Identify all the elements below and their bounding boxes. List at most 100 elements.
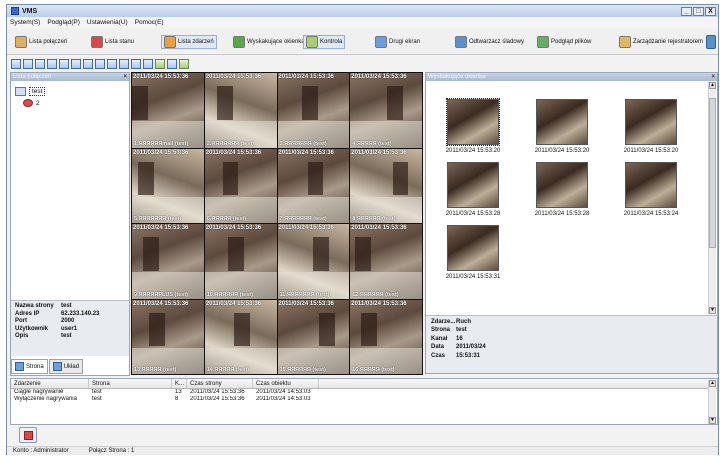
camera-tile[interactable]: 2011/03/24 15:53:36 1.ЯЯЯЯЯЯmall (test) [132, 73, 204, 148]
layout-2x2-button[interactable] [23, 58, 33, 69]
fullscreen-button[interactable] [155, 58, 165, 69]
toolbar-player-button[interactable]: Odtwarzacz śladowy [455, 35, 524, 49]
popup-thumbnail[interactable]: 2011/03/24 15:53:28 [519, 162, 605, 217]
prop-row: Nazwa strony test [15, 303, 72, 309]
camera-tile[interactable]: 2011/03/24 15:53:36 15.ЯЯЯЯЯЯ (test) [277, 299, 350, 374]
camera-tile[interactable]: 2011/03/24 15:53:36 13.ЯЯЯЯЯ (test) [132, 299, 204, 374]
scroll-thumb[interactable] [709, 98, 716, 248]
camera-grid: 2011/03/24 15:53:36 1.ЯЯЯЯЯЯmall (test) 20… [131, 72, 423, 375]
panel-close-icon[interactable]: × [711, 73, 715, 81]
camera-tile[interactable]: 2011/03/24 15:53:36 5.ЯЯЯЯЯЯЯ (test) [132, 148, 204, 223]
toolbar-connection-list-button[interactable]: Lista połączeń [15, 35, 67, 49]
scroll-down-icon[interactable]: ▼ [709, 417, 716, 424]
toolbar-control-button[interactable]: Kontrola [303, 35, 346, 49]
tab-layout[interactable]: Układ [48, 359, 84, 374]
col-object-time[interactable]: Czas obiektu [253, 379, 319, 388]
app-icon [11, 7, 19, 15]
camera-timestamp: 2011/03/24 15:53:36 [205, 225, 262, 231]
camera-tile[interactable]: 2011/03/24 15:53:36 2.ЯЯЯЯЯЯЯ (test) [204, 73, 277, 148]
camera-timestamp: 2011/03/24 15:53:36 [205, 74, 262, 80]
menu-view[interactable]: Podgląd(P) [47, 19, 80, 26]
layout-1plus9-button[interactable] [107, 58, 117, 69]
event-log-scrollbar[interactable]: ▲ ▼ [708, 380, 716, 424]
camera-label: 7.ЯЯЯЯЯЯЯ (test) [279, 216, 327, 222]
menu-system[interactable]: System(S) [10, 19, 40, 26]
camera-label: 1.ЯЯЯЯЯЯmall (test) [134, 140, 189, 147]
event-log-rows: Ciągłe nagrywanie test 13 2011/03/24 15:53:… [11, 389, 717, 403]
toolbar-event-list-button[interactable]: Lista zdarzeń [161, 35, 217, 49]
prop-row: Użytkownik user1 [15, 325, 78, 332]
table-cell: 13 [175, 389, 182, 395]
camera-tile[interactable]: 2011/03/24 15:53:36 9.ЯЯЯЯЯPLUS (test) [132, 224, 204, 299]
scene-shelf [222, 161, 239, 196]
popup-thumbnail[interactable]: 2011/03/24 15:53:28 [430, 162, 516, 217]
sequence-button[interactable] [167, 58, 177, 69]
computer-icon [15, 86, 26, 96]
close-button[interactable]: X [705, 6, 716, 16]
popup-thumbnail[interactable]: 2011/03/24 15:53:24 [608, 162, 694, 217]
snapshot-button[interactable] [179, 58, 189, 69]
col-channel[interactable]: K... [172, 379, 187, 388]
toolbar-status-list-button[interactable]: Lista stanu [91, 35, 134, 49]
event-info-row: Czas 15:53:31 [431, 352, 481, 359]
layout-6x6-button[interactable] [71, 58, 81, 69]
scroll-down-icon[interactable]: ▼ [709, 307, 716, 314]
camera-label: 9.ЯЯЯЯЯPLUS (test) [134, 291, 188, 298]
camera-tile[interactable]: 2011/03/24 15:53:36 4.ЯЯЯЯЯ (test) [350, 73, 422, 148]
toolbar-popup-button[interactable]: Wyskakujące okienka [233, 35, 305, 49]
layout-4x4-button[interactable] [47, 58, 57, 69]
camera-timestamp: 2011/03/24 15:53:36 [278, 149, 334, 156]
col-site[interactable]: Strona [89, 379, 172, 388]
popup-thumbnail[interactable]: 2011/03/24 15:53:20 [608, 99, 694, 154]
toolbar-overflow-icon[interactable] [706, 35, 716, 49]
camera-timestamp: 2011/03/24 15:53:36 [205, 149, 262, 156]
camera-tile[interactable]: 2011/03/24 15:53:36 6.ЯЯЯЯЯ (test) [204, 148, 277, 223]
camera-tile[interactable]: 2011/03/24 15:53:36 10.ЯЯЯЯЯЯ (test) [204, 224, 277, 299]
camera-tile[interactable]: 2011/03/24 15:53:36 16.ЯЯЯЯЯ (test) [350, 299, 422, 374]
table-cell: test [92, 396, 102, 402]
popup-scrollbar[interactable]: ▲ ▼ [708, 82, 716, 314]
maximize-button[interactable]: □ [693, 6, 704, 16]
table-row[interactable]: Ciągłe nagrywanie test 13 2011/03/24 15:53:… [11, 389, 717, 396]
scroll-up-icon[interactable]: ▲ [709, 82, 716, 89]
layout-1plus12-button[interactable] [119, 58, 129, 69]
layout-1plus5-button[interactable] [83, 58, 93, 69]
camera-timestamp: 2011/03/24 15:53:36 [205, 300, 262, 307]
layout-5x5-button[interactable] [59, 58, 69, 69]
layout-1plus7-button[interactable] [95, 58, 105, 69]
camera-tile[interactable]: 2011/03/24 15:53:36 14.ЯЯЯЯЯ (test) [204, 299, 277, 374]
popup-thumbnail[interactable]: 2011/03/24 15:53:20 [519, 99, 605, 154]
layout-prev-page-button[interactable] [143, 58, 153, 69]
table-cell: 2011/03/24 14:53:03 [256, 396, 311, 402]
tab-site[interactable]: Strona [11, 359, 48, 374]
camera-tile[interactable]: 2011/03/24 15:53:36 12.ЯЯЯЯЯЯ (test) [350, 224, 422, 299]
scroll-up-icon[interactable]: ▲ [709, 380, 716, 387]
layout-1x1-button[interactable] [11, 58, 21, 69]
camera-tile[interactable]: 2011/03/24 15:53:36 7.ЯЯЯЯЯЯЯ (test) [277, 148, 350, 223]
minimize-button[interactable]: _ [681, 6, 692, 16]
layout-custom-button[interactable] [131, 58, 141, 69]
event-log-header: Zdarzenie Strona K... Czas strony Czas o… [11, 379, 717, 389]
layout-3x3-button[interactable] [35, 58, 45, 69]
event-search-button[interactable] [19, 427, 37, 443]
menu-settings[interactable]: Ustawienia(U) [87, 19, 128, 26]
toolbar-recorder-manage-button[interactable]: Zarządzanie rejestratorem [619, 35, 703, 49]
tree-node-camera[interactable]: 2 [23, 97, 45, 109]
popup-thumbnail[interactable]: 2011/03/24 15:53:20 [430, 98, 516, 154]
col-site-time[interactable]: Czas strony [187, 379, 253, 388]
menu-help[interactable]: Pomoc(E) [135, 19, 164, 26]
toolbar-file-preview-button[interactable]: Podgląd plików [537, 35, 591, 49]
camera-timestamp: 2011/03/24 15:53:36 [278, 225, 334, 231]
col-event[interactable]: Zdarzenie [11, 379, 89, 388]
toolbar-second-screen-button[interactable]: Drugi ekran [375, 35, 420, 49]
popup-thumbnail[interactable]: 2011/03/24 15:53:31 [430, 225, 516, 280]
tree-node-site[interactable]: test [15, 85, 46, 97]
camera-label: 12.ЯЯЯЯЯЯ (test) [352, 291, 399, 298]
scene-shelf [355, 237, 372, 271]
table-row[interactable]: Wyłączenie nagrywania test 8 2011/03/24 15:… [11, 396, 717, 403]
camera-timestamp: 2011/03/24 15:53:36 [351, 149, 407, 156]
camera-tile[interactable]: 2011/03/24 15:53:36 3.ЯЯЯЯЯЯЯ (test) [277, 73, 350, 148]
camera-tile[interactable]: 2011/03/24 15:53:36 11.ЯЯЯЯЯЯЯ (test) [277, 224, 350, 299]
panel-close-icon[interactable]: × [123, 73, 127, 81]
camera-tile[interactable]: 2011/03/24 15:53:36 8.ЯЯЯЯЯЯ (test) [350, 148, 422, 223]
